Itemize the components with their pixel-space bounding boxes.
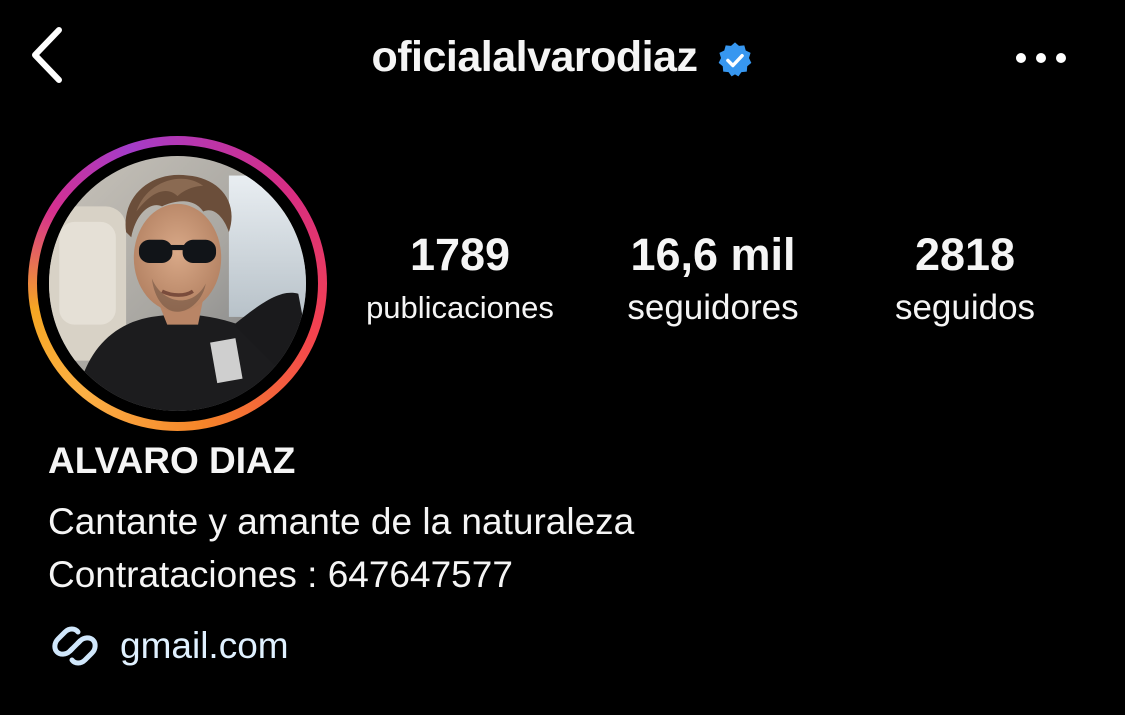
- posts-value: 1789: [409, 229, 511, 280]
- link-icon: [52, 626, 98, 666]
- bio-line: Cantante y amante de la naturaleza: [48, 501, 635, 542]
- following-count[interactable]: 2818 seguidos: [860, 225, 1070, 331]
- more-horizontal-icon: [1016, 53, 1066, 63]
- profile-avatar: [49, 156, 306, 411]
- profile-stats: 1789 publicaciones 16,6 mil seguidores 2…: [330, 225, 1110, 345]
- profile-username: oficialalvarodiaz: [371, 32, 698, 81]
- followers-count[interactable]: 16,6 mil seguidores: [598, 225, 828, 331]
- top-navigation-bar: oficialalvarodiaz: [0, 0, 1125, 115]
- following-label: seguidos: [894, 288, 1036, 327]
- profile-full-name: ALVARO DIAZ: [48, 440, 296, 481]
- story-ring[interactable]: [28, 136, 327, 431]
- followers-label: seguidores: [627, 288, 799, 327]
- profile-photo: [49, 156, 306, 411]
- posts-count[interactable]: 1789 publicaciones: [340, 225, 580, 331]
- followers-value: 16,6 mil: [630, 229, 796, 280]
- more-options-button[interactable]: [1010, 38, 1072, 78]
- following-value: 2818: [914, 229, 1016, 280]
- bio-line: Contrataciones : 647647577: [48, 554, 513, 595]
- posts-label: publicaciones: [366, 290, 554, 325]
- verified-badge-icon: [718, 42, 751, 77]
- link-text: gmail.com: [120, 625, 289, 666]
- header-title: oficialalvarodiaz: [0, 30, 1125, 84]
- profile-link[interactable]: gmail.com: [48, 618, 289, 674]
